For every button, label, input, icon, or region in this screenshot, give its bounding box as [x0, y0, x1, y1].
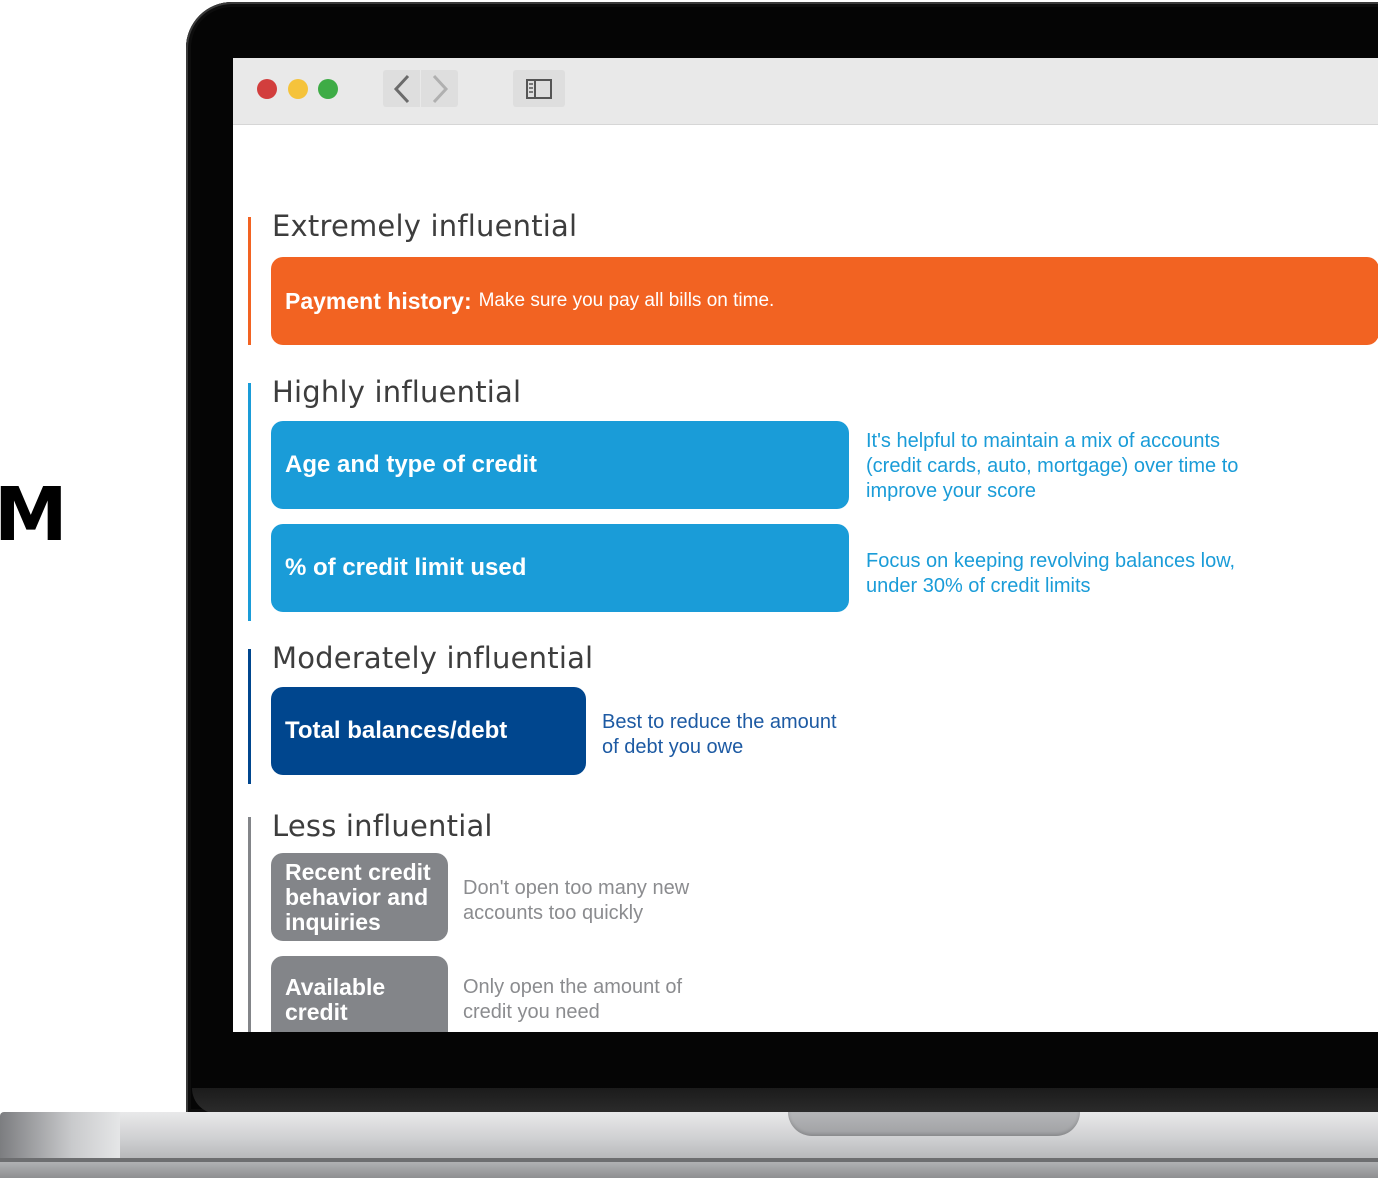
sidebar-toggle-icon — [526, 78, 552, 99]
chevron-right-icon — [432, 74, 448, 103]
chevron-left-icon — [393, 74, 409, 103]
back-button[interactable] — [383, 70, 420, 107]
section-title: Moderately influential — [272, 641, 594, 675]
minimize-dot[interactable] — [288, 79, 308, 99]
section-accent-bar — [248, 383, 251, 621]
payment-history-box: Payment history: Make sure you pay all b… — [271, 257, 1378, 345]
browser-toolbar — [233, 58, 1378, 125]
section-extremely-influential: Extremely influential Payment history: M… — [248, 209, 1378, 345]
factor-label: Available credit — [285, 973, 386, 1025]
laptop-bezel-bottom — [192, 1088, 1378, 1114]
browser-window: Extremely influential Payment history: M… — [233, 58, 1378, 1032]
factor-label: Total balances/debt — [285, 717, 508, 744]
factor-label: % of credit limit used — [285, 554, 527, 581]
laptop-base — [0, 1112, 1378, 1178]
page-content: Extremely influential Payment history: M… — [233, 125, 1378, 1032]
zoom-dot[interactable] — [318, 79, 338, 99]
factor-label: Age and type of credit — [285, 451, 538, 478]
recent-credit-box: Recent credit behavior and inquiries — [271, 853, 448, 941]
close-dot[interactable] — [257, 79, 277, 99]
factor-description: Focus on keeping revolving balances low,… — [866, 550, 1236, 597]
payment-history-label: Payment history: — [285, 287, 472, 314]
section-title: Extremely influential — [272, 209, 578, 243]
factor-description: Don't open too many new accounts too qui… — [463, 877, 690, 924]
side-letter: M — [0, 472, 68, 558]
laptop-notch — [788, 1112, 1080, 1136]
sidebar-toggle-button[interactable] — [513, 70, 565, 107]
section-highly-influential: Highly influential Age and type of credi… — [248, 375, 1378, 621]
factor-description: It's helpful to maintain a mix of accoun… — [866, 430, 1239, 502]
age-type-credit-box: Age and type of credit — [271, 421, 849, 509]
total-balances-box: Total balances/debt — [271, 687, 586, 775]
section-less-influential: Less influential Recent credit behavior … — [248, 809, 1378, 1032]
forward-button[interactable] — [421, 70, 458, 107]
credit-limit-used-box: % of credit limit used — [271, 524, 849, 612]
factor-description: Best to reduce the amount of debt you ow… — [602, 711, 837, 758]
available-credit-box: Available credit — [271, 956, 448, 1032]
laptop-base-line — [0, 1158, 1378, 1162]
section-accent-bar — [248, 217, 251, 345]
section-accent-bar — [248, 817, 251, 1032]
factor-label: Recent credit behavior and inquiries — [285, 858, 431, 935]
section-moderately-influential: Moderately influential Total balances/de… — [248, 641, 1378, 784]
laptop-base-edge — [0, 1112, 120, 1160]
factor-description: Only open the amount of credit you need — [463, 976, 683, 1023]
section-title: Highly influential — [272, 375, 522, 409]
section-accent-bar — [248, 649, 251, 784]
payment-history-text: Make sure you pay all bills on time. — [478, 290, 775, 311]
section-title: Less influential — [272, 809, 493, 843]
